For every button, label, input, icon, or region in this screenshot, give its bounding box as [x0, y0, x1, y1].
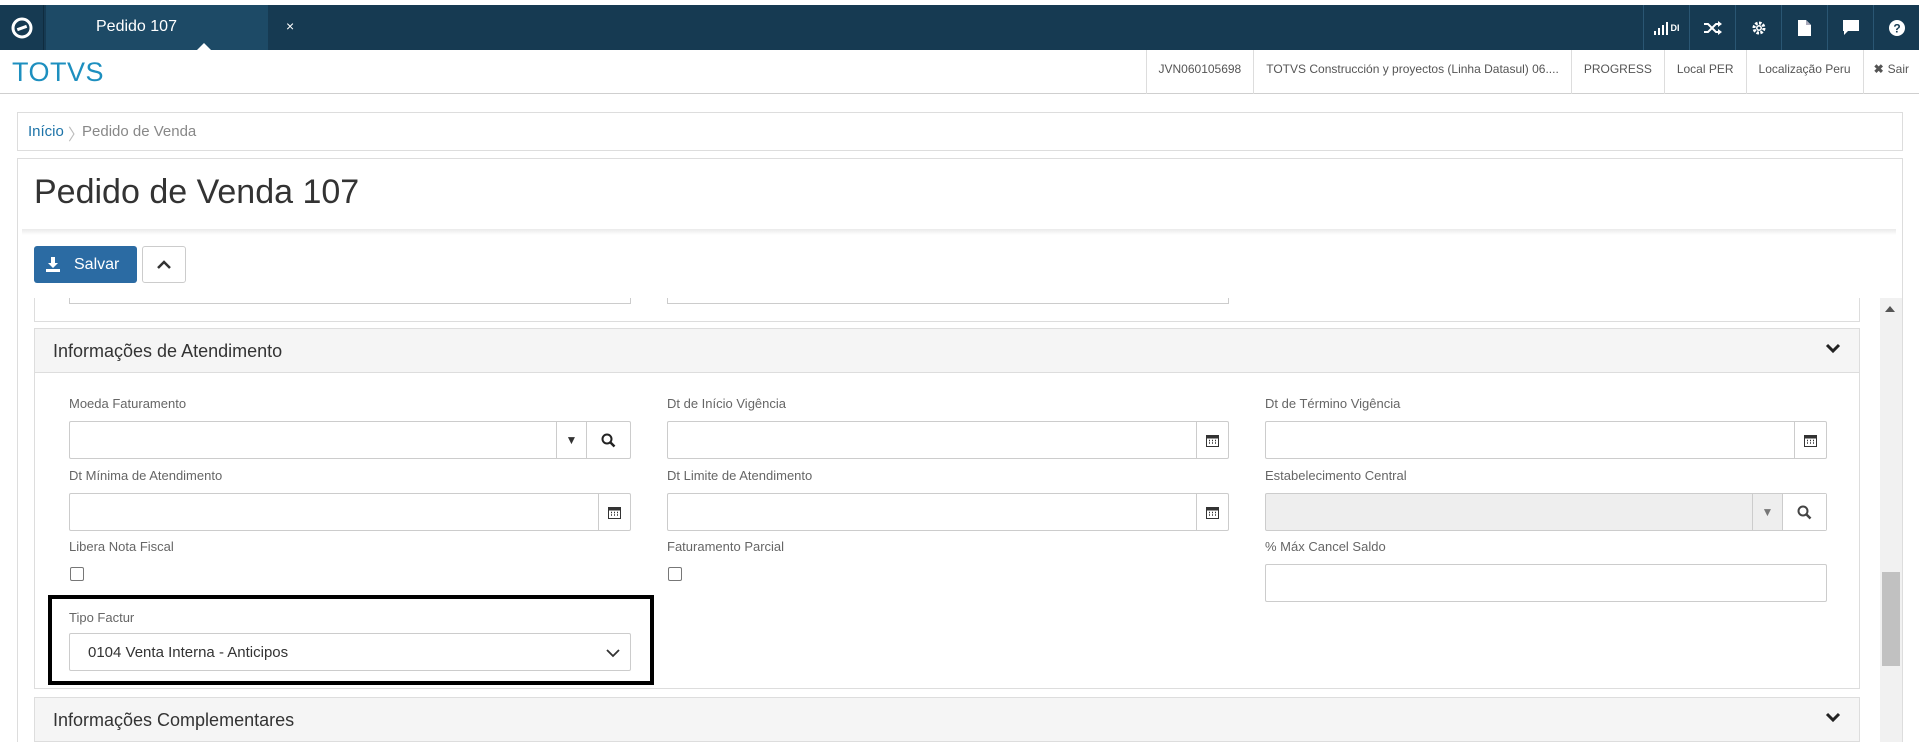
app-window: Pedido 107 × DI ? TOTVS JVN060105698 TOT… — [0, 0, 1919, 742]
scrollbar-thumb[interactable] — [1882, 572, 1900, 666]
di-button[interactable]: DI — [1643, 5, 1689, 50]
dt-termino-vigencia-label: Dt de Término Vigência — [1265, 396, 1401, 411]
shuffle-icon — [1703, 20, 1722, 35]
dt-minima-atendimento-field[interactable] — [69, 493, 631, 531]
save-label: Salvar — [74, 255, 120, 273]
calendar-icon — [1206, 434, 1219, 447]
calendar-icon — [1804, 434, 1817, 447]
dt-inicio-vigencia-label: Dt de Início Vigência — [667, 396, 786, 411]
estabelecimento-central-label: Estabelecimento Central — [1265, 468, 1407, 483]
caret-down-icon: ▼ — [565, 433, 578, 447]
calendar-icon — [1206, 506, 1219, 519]
page-title: Pedido de Venda 107 — [34, 173, 360, 211]
dt-inicio-vigencia-field[interactable] — [667, 421, 1229, 459]
tipo-factur-highlight-box — [48, 595, 654, 685]
dt-limite-calendar-button[interactable] — [1196, 494, 1228, 530]
faturamento-parcial-label: Faturamento Parcial — [667, 539, 785, 554]
download-icon — [46, 257, 60, 272]
chevron-up-icon — [157, 259, 171, 269]
tab-pedido-107[interactable]: Pedido 107 × — [46, 5, 294, 51]
section-atendimento-header[interactable]: Informações de Atendimento — [35, 329, 1859, 373]
calendar-icon — [608, 506, 621, 519]
search-icon — [601, 433, 616, 447]
app-menu-button[interactable] — [0, 5, 44, 50]
moeda-faturamento-select[interactable]: ▼ — [69, 421, 631, 459]
context-user[interactable]: JVN060105698 — [1145, 50, 1254, 94]
section-complementares-title: Informações Complementares — [53, 710, 295, 730]
context-header: TOTVS JVN060105698 TOTVS Construcción y … — [0, 50, 1919, 94]
estab-zoom-button[interactable] — [1782, 494, 1826, 530]
totvs-logo-icon — [11, 17, 32, 38]
context-database[interactable]: PROGRESS — [1570, 50, 1664, 94]
context-location[interactable]: Local PER — [1663, 50, 1746, 94]
document-button[interactable] — [1781, 5, 1827, 50]
max-cancel-saldo-label: % Máx Cancel Saldo — [1265, 539, 1386, 554]
dt-termino-calendar-button[interactable] — [1794, 422, 1826, 458]
context-items: JVN060105698 TOTVS Construcción y proyec… — [1145, 50, 1919, 94]
libera-nota-fiscal-checkbox[interactable] — [70, 567, 84, 581]
vertical-scrollbar[interactable] — [1880, 298, 1902, 742]
svg-text:?: ? — [1893, 21, 1900, 35]
scroll-up-arrow-icon[interactable] — [1885, 306, 1895, 312]
di-label: DI — [1670, 22, 1680, 33]
section-atendimento-title: Informações de Atendimento — [53, 341, 283, 361]
save-button[interactable]: Salvar — [34, 246, 137, 283]
estabelecimento-central-select[interactable]: ▼ — [1265, 493, 1827, 531]
chevron-down-icon — [1825, 712, 1841, 723]
libera-nota-fiscal-label: Libera Nota Fiscal — [69, 539, 174, 554]
help-button[interactable]: ? — [1873, 5, 1919, 50]
dt-inicio-calendar-button[interactable] — [1196, 422, 1228, 458]
logout-button[interactable]: ✖ Sair — [1862, 50, 1919, 94]
breadcrumb-home-link[interactable]: Início — [28, 123, 64, 140]
dt-minima-atendimento-label: Dt Mínima de Atendimento — [69, 468, 223, 483]
context-localization[interactable]: Localização Peru — [1745, 50, 1863, 94]
help-icon: ? — [1888, 19, 1905, 36]
tab-close-icon[interactable]: × — [286, 18, 294, 34]
dt-termino-vigencia-field[interactable] — [1265, 421, 1827, 459]
previous-field-2 — [667, 298, 1229, 304]
signal-bars-icon — [1653, 21, 1668, 35]
top-bar: Pedido 107 × DI ? — [0, 5, 1919, 51]
faturamento-parcial-checkbox[interactable] — [668, 567, 682, 581]
shuffle-button[interactable] — [1689, 5, 1735, 50]
previous-section-tail — [34, 298, 1860, 322]
tab-label: Pedido 107 — [96, 18, 177, 35]
document-icon — [1798, 19, 1811, 36]
breadcrumb: Início 〉 Pedido de Venda — [17, 112, 1903, 151]
dt-limite-atendimento-label: Dt Limite de Atendimento — [667, 468, 813, 483]
section-atendimento: Informações de Atendimento Moeda Faturam… — [34, 328, 1860, 689]
context-company[interactable]: TOTVS Construcción y proyectos (Linha Da… — [1253, 50, 1571, 94]
section-complementares: Informações Complementares — [34, 697, 1860, 742]
section-complementares-header[interactable]: Informações Complementares — [35, 698, 1859, 742]
breadcrumb-current: Pedido de Venda — [82, 123, 197, 140]
brand-logo: TOTVS — [12, 57, 105, 87]
moeda-zoom-button[interactable] — [586, 422, 630, 458]
chat-button[interactable] — [1827, 5, 1873, 50]
moeda-faturamento-label: Moeda Faturamento — [69, 396, 187, 411]
collapse-header-button[interactable] — [142, 246, 186, 283]
dt-limite-atendimento-field[interactable] — [667, 493, 1229, 531]
close-icon: ✖ — [1873, 62, 1884, 76]
moeda-dropdown-toggle[interactable]: ▼ — [556, 422, 586, 458]
previous-field-1 — [69, 298, 631, 304]
chat-icon — [1842, 20, 1859, 35]
form-scroll-area[interactable]: Informações de Atendimento Moeda Faturam… — [34, 298, 1880, 742]
search-icon — [1797, 505, 1812, 519]
settings-button[interactable] — [1735, 5, 1781, 50]
max-cancel-saldo-field[interactable] — [1265, 564, 1827, 602]
dt-minima-calendar-button[interactable] — [598, 494, 630, 530]
caret-down-icon: ▼ — [1761, 505, 1774, 519]
logout-label: Sair — [1887, 62, 1909, 76]
gear-icon — [1752, 21, 1765, 34]
toolbar-icons: DI ? — [1643, 5, 1919, 50]
title-divider — [22, 229, 1896, 235]
chevron-down-icon — [1825, 343, 1841, 354]
estab-dropdown-toggle[interactable]: ▼ — [1752, 494, 1782, 530]
